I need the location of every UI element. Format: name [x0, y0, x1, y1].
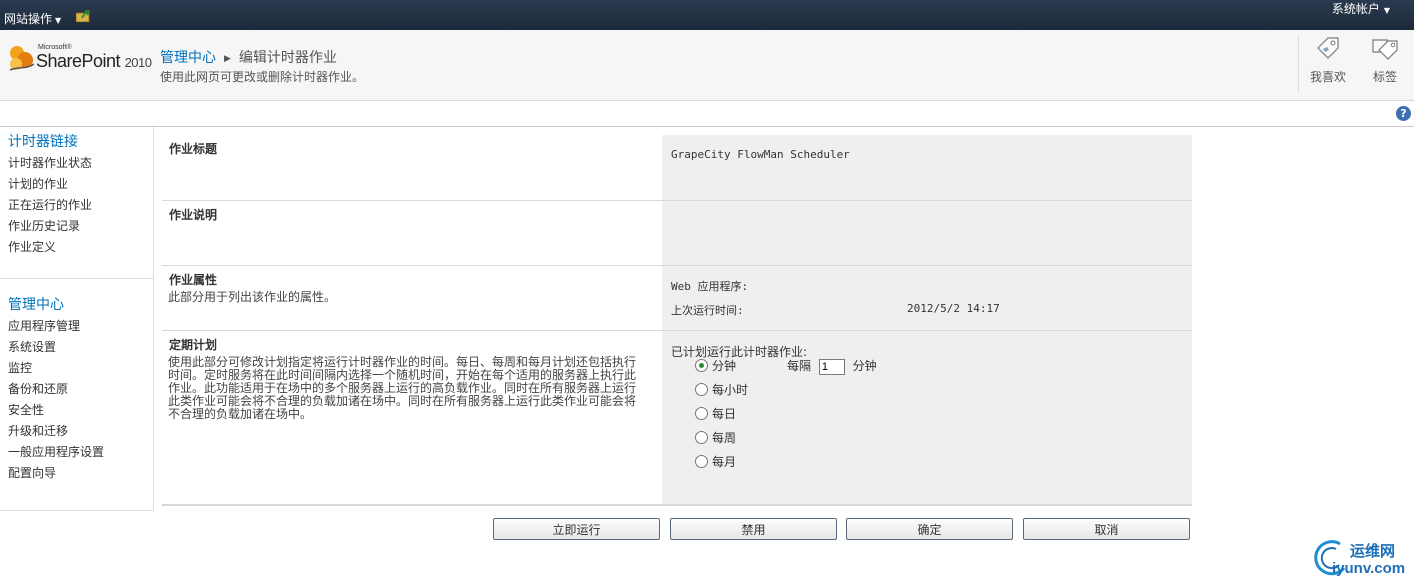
- page-title: 编辑计时器作业: [238, 50, 337, 66]
- sharepoint-logo[interactable]: Microsoft® SharePoint 2010: [8, 42, 154, 82]
- site-actions-label: 网站操作: [4, 12, 53, 26]
- radio-option-weekly[interactable]: 每周: [695, 428, 736, 448]
- job-description-label: 作业说明: [169, 208, 218, 222]
- radio-option-monthly[interactable]: 每月: [695, 452, 736, 472]
- breadcrumb-arrow-icon: ▶: [224, 54, 231, 64]
- nav-item-system-settings[interactable]: 系统设置: [0, 337, 153, 358]
- site-watermark: 运维网 iyunv.com: [1308, 538, 1414, 582]
- radio-button[interactable]: [695, 383, 708, 396]
- recurring-schedule-label: 定期计划: [169, 338, 218, 352]
- nav-item-application-management[interactable]: 应用程序管理: [0, 316, 153, 337]
- product-name: SharePoint 2010: [36, 51, 152, 72]
- web-application-label: Web 应用程序:: [671, 280, 749, 293]
- nav-item-job-status[interactable]: 计时器作业状态: [0, 153, 153, 174]
- interval-prefix: 每隔: [787, 359, 812, 373]
- like-label: 我喜欢: [1309, 70, 1346, 84]
- title-area: Microsoft® SharePoint 2010 管理中心 ▶ 编辑计时器作业 …: [0, 30, 1414, 101]
- nav-item-upgrade-migration[interactable]: 升级和迁移: [0, 421, 153, 442]
- form-bottom-divider: [162, 504, 1192, 506]
- breadcrumb-root-link[interactable]: 管理中心: [160, 50, 216, 66]
- interval-unit: 分钟: [852, 359, 877, 373]
- run-now-button[interactable]: 立即运行: [493, 518, 660, 540]
- breadcrumb: 管理中心 ▶ 编辑计时器作业: [160, 47, 337, 67]
- radio-button[interactable]: [695, 455, 708, 468]
- radio-label-minutes: 分钟: [712, 359, 737, 373]
- job-properties-label: 作业属性: [169, 273, 218, 287]
- watermark-name: 运维网: [1350, 542, 1396, 560]
- nav-item-general-app-settings[interactable]: 一般应用程序设置: [0, 442, 153, 463]
- job-title-label-cell: 作业标题: [162, 135, 662, 200]
- job-title-value-cell: GrapeCity FlowMan Scheduler: [662, 135, 1192, 200]
- user-account-menu[interactable]: 系统帐户 ▼: [1332, 0, 1390, 17]
- help-strip: ?: [0, 101, 1414, 127]
- job-title-section: 作业标题 GrapeCity FlowMan Scheduler: [162, 135, 1192, 200]
- job-properties-label-cell: 作业属性 此部分用于列出该作业的属性。: [162, 266, 662, 331]
- radio-label-weekly: 每周: [712, 431, 737, 445]
- recurring-schedule-description: 使用此部分可修改计划指定将运行计时器作业的时间。每日、每周和每月计划还包括执行时…: [168, 355, 637, 421]
- radio-button[interactable]: [695, 407, 708, 420]
- product-year: 2010: [124, 55, 152, 70]
- nav-group-central-admin: 管理中心 应用程序管理 系统设置 监控 备份和还原 安全性 升级和迁移 一般应用…: [0, 295, 153, 484]
- radio-option-hourly[interactable]: 每小时: [695, 380, 748, 400]
- radio-button[interactable]: [695, 431, 708, 444]
- disable-button[interactable]: 禁用: [670, 518, 837, 540]
- help-icon[interactable]: ?: [1396, 106, 1411, 121]
- top-bar: 网站操作 ▼ 系统帐户 ▼: [0, 0, 1414, 30]
- microsoft-label: Microsoft®: [38, 44, 72, 51]
- radio-option-minutes[interactable]: 分钟: [695, 356, 736, 376]
- like-tag-icon: [1317, 37, 1339, 59]
- tags-notes-button[interactable]: 标签: [1363, 36, 1407, 85]
- chevron-down-icon: ▼: [55, 16, 62, 25]
- radio-label-hourly: 每小时: [712, 383, 749, 397]
- nav-heading-timer-links[interactable]: 计时器链接: [0, 132, 153, 153]
- watermark-url: iyunv.com: [1332, 560, 1406, 577]
- radio-label-daily: 每日: [712, 407, 737, 421]
- radio-button-selected[interactable]: [695, 359, 708, 372]
- nav-heading-central-admin[interactable]: 管理中心: [0, 295, 153, 316]
- ok-button[interactable]: 确定: [846, 518, 1013, 540]
- job-title-value: GrapeCity FlowMan Scheduler: [671, 148, 850, 161]
- tag-note-icon: [1372, 39, 1398, 60]
- nav-item-job-history[interactable]: 作业历史记录: [0, 216, 153, 237]
- nav-item-job-definitions[interactable]: 作业定义: [0, 237, 153, 258]
- last-run-time-label: 上次运行时间:: [671, 304, 744, 317]
- page-description: 使用此网页可更改或删除计时器作业。: [160, 70, 365, 84]
- interval-setting: 每隔 分钟: [787, 356, 877, 376]
- navigate-up-icon[interactable]: [76, 10, 91, 22]
- recurring-schedule-label-cell: 定期计划 使用此部分可修改计划指定将运行计时器作业的时间。每日、每周和每月计划还…: [162, 331, 662, 505]
- nav-item-scheduled-jobs[interactable]: 计划的作业: [0, 174, 153, 195]
- job-description-value-cell: [662, 201, 1192, 266]
- sharepoint-logo-icon: [9, 46, 34, 71]
- nav-item-running-jobs[interactable]: 正在运行的作业: [0, 195, 153, 216]
- nav-group-timer-links: 计时器链接 计时器作业状态 计划的作业 正在运行的作业 作业历史记录 作业定义: [0, 132, 153, 258]
- nav-divider: [0, 278, 153, 279]
- ribbon-divider: [1298, 36, 1299, 92]
- i-like-it-button[interactable]: 我喜欢: [1306, 36, 1350, 85]
- radio-option-daily[interactable]: 每日: [695, 404, 736, 424]
- nav-item-configuration-wizards[interactable]: 配置向导: [0, 463, 153, 484]
- job-title-label: 作业标题: [169, 142, 218, 156]
- tags-label: 标签: [1372, 70, 1397, 84]
- cancel-button[interactable]: 取消: [1023, 518, 1190, 540]
- job-description-label-cell: 作业说明: [162, 201, 662, 266]
- nav-item-monitoring[interactable]: 监控: [0, 358, 153, 379]
- job-properties-value-cell: Web 应用程序: 上次运行时间: 2012/5/2 14:17: [662, 266, 1192, 331]
- last-run-time-value: 2012/5/2 14:17: [907, 302, 1000, 315]
- product-label: SharePoint: [36, 51, 121, 71]
- recurring-schedule-value-cell: 已计划运行此计时器作业: 分钟 每隔 分钟 每小时 每日 每周 每月: [662, 331, 1192, 505]
- account-label: 系统帐户: [1331, 2, 1380, 16]
- recurring-schedule-section: 定期计划 使用此部分可修改计划指定将运行计时器作业的时间。每日、每周和每月计划还…: [162, 330, 1192, 505]
- nav-item-security[interactable]: 安全性: [0, 400, 153, 421]
- radio-label-monthly: 每月: [712, 455, 737, 469]
- job-properties-description: 此部分用于列出该作业的属性。: [168, 290, 337, 304]
- chevron-down-icon: ▼: [1383, 6, 1390, 15]
- left-navigation: 计时器链接 计时器作业状态 计划的作业 正在运行的作业 作业历史记录 作业定义 …: [0, 127, 154, 511]
- site-actions-menu[interactable]: 网站操作 ▼: [4, 10, 61, 27]
- nav-item-backup-restore[interactable]: 备份和还原: [0, 379, 153, 400]
- interval-input[interactable]: [818, 358, 845, 375]
- job-description-section: 作业说明: [162, 200, 1192, 266]
- job-properties-section: 作业属性 此部分用于列出该作业的属性。 Web 应用程序: 上次运行时间: 20…: [162, 265, 1192, 331]
